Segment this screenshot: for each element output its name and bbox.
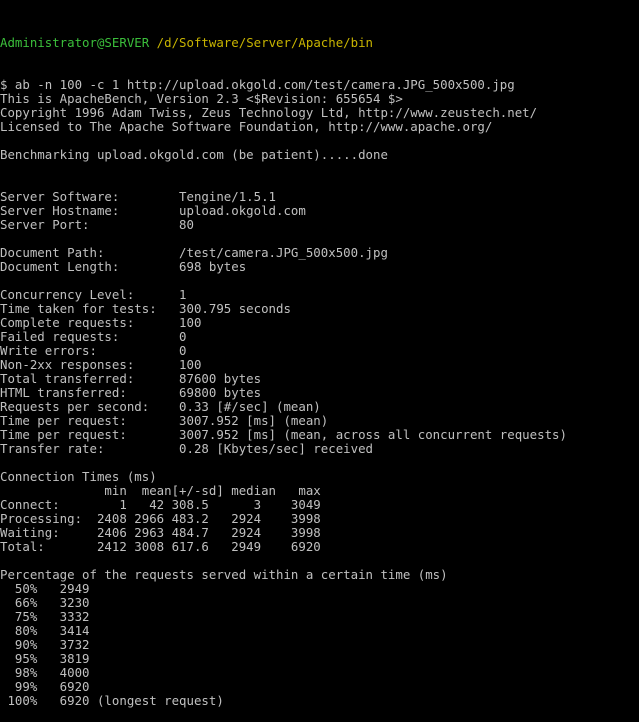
output-line: Connect: 1 42 308.5 3 3049 (0, 498, 321, 512)
output-line: min mean[+/-sd] median max (0, 484, 321, 498)
output-line: Document Length: 698 bytes (0, 260, 247, 274)
output-line: Time taken for tests: 300.795 seconds (0, 302, 291, 316)
output-line: Time per request: 3007.952 [ms] (mean) (0, 414, 329, 428)
output-line: 66% 3230 (0, 596, 90, 610)
output-line: 95% 3819 (0, 652, 90, 666)
prompt-user: Administrator@SERVER (0, 36, 150, 50)
output-line: Total transferred: 87600 bytes (0, 372, 262, 386)
prompt-path: /d/Software/Server/Apache/bin (156, 36, 374, 50)
output-line: Benchmarking upload.okgold.com (be patie… (0, 148, 388, 162)
output-line: Non-2xx responses: 100 (0, 358, 202, 372)
output-line: Licensed to The Apache Software Foundati… (0, 120, 493, 134)
output-line: Server Software: Tengine/1.5.1 (0, 190, 277, 204)
output-line: Failed requests: 0 (0, 330, 187, 344)
output-line: Server Hostname: upload.okgold.com (0, 204, 306, 218)
terminal-window[interactable]: Administrator@SERVER /d/Software/Server/… (0, 8, 639, 722)
output-line: Copyright 1996 Adam Twiss, Zeus Technolo… (0, 106, 538, 120)
output-line: Processing: 2408 2966 483.2 2924 3998 (0, 512, 321, 526)
output-line: 90% 3732 (0, 638, 90, 652)
output-line: Connection Times (ms) (0, 470, 157, 484)
output-line: 99% 6920 (0, 680, 90, 694)
output-line: 80% 3414 (0, 624, 90, 638)
output-line: This is ApacheBench, Version 2.3 <$Revis… (0, 92, 403, 106)
output-line: 100% 6920 (longest request) (0, 694, 224, 708)
terminal-output: $ ab -n 100 -c 1 http://upload.okgold.co… (0, 78, 639, 708)
output-line: Server Port: 80 (0, 218, 194, 232)
output-line: Concurrency Level: 1 (0, 288, 187, 302)
output-line: 98% 4000 (0, 666, 90, 680)
output-line: 75% 3332 (0, 610, 90, 624)
output-line: Requests per second: 0.33 [#/sec] (mean) (0, 400, 321, 414)
output-line: Complete requests: 100 (0, 316, 202, 330)
output-line: Document Path: /test/camera.JPG_500x500.… (0, 246, 388, 260)
output-line: Transfer rate: 0.28 [Kbytes/sec] receive… (0, 442, 373, 456)
command-line: $ ab -n 100 -c 1 http://upload.okgold.co… (0, 78, 515, 92)
output-line: 50% 2949 (0, 582, 90, 596)
output-line: Time per request: 3007.952 [ms] (mean, a… (0, 428, 567, 442)
output-line: Waiting: 2406 2963 484.7 2924 3998 (0, 526, 321, 540)
output-line: HTML transferred: 69800 bytes (0, 386, 262, 400)
output-line: Write errors: 0 (0, 344, 187, 358)
prompt-line: Administrator@SERVER /d/Software/Server/… (0, 36, 639, 50)
output-line: Percentage of the requests served within… (0, 568, 448, 582)
output-line: Total: 2412 3008 617.6 2949 6920 (0, 540, 321, 554)
